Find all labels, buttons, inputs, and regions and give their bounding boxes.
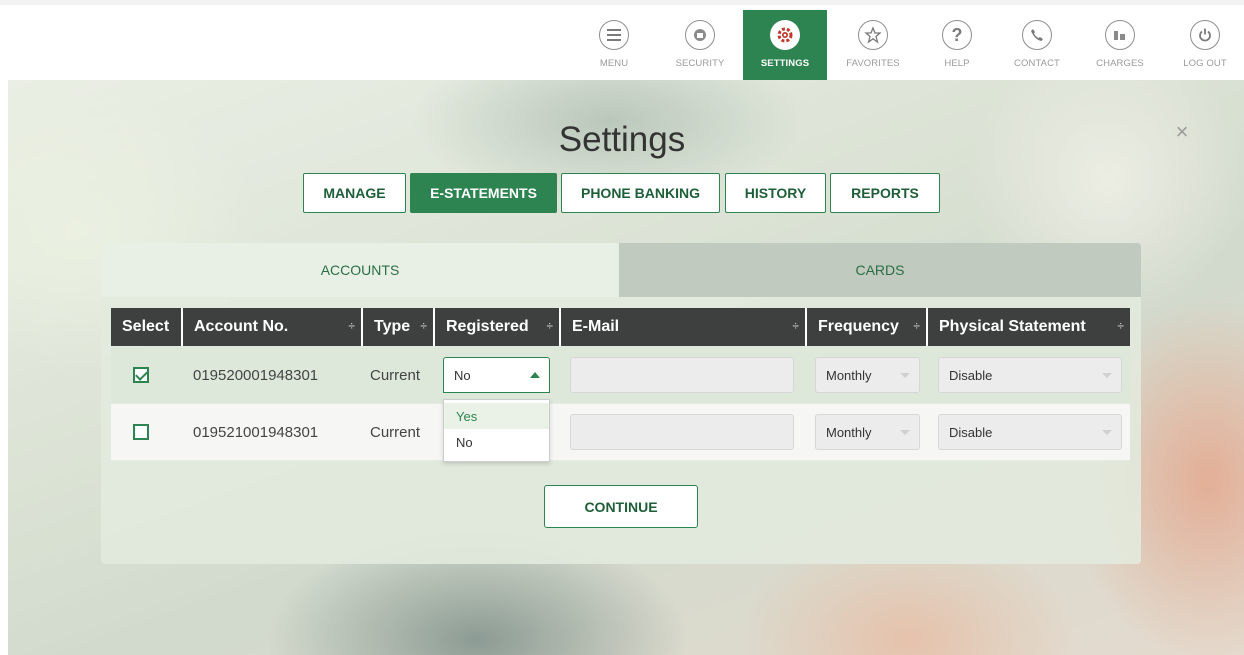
page-title: Settings [558,120,686,159]
nav-settings[interactable]: SETTINGS [743,10,827,80]
security-icon [685,20,715,50]
tab-phone-banking[interactable]: PHONE BANKING [561,173,720,213]
registered-select[interactable]: No [443,357,550,393]
gear-icon [770,20,800,50]
column-header-account-no-label: Account No. [194,318,289,335]
top-navigation: MENU SECURITY SETTINGS FAVORITES ? HELP … [0,0,1244,80]
chevron-down-icon [900,430,910,435]
column-header-type[interactable]: Type ÷ [363,308,435,346]
account-number: 019520001948301 [193,366,319,384]
phone-icon [1022,20,1052,50]
column-header-registered[interactable]: Registered ÷ [435,308,561,346]
frequency-select-value: Monthly [826,367,872,383]
nav-menu[interactable]: MENU [585,10,643,80]
registered-select-value: No [454,367,471,383]
select-cell [133,347,149,403]
nav-charges[interactable]: CHARGES [1091,10,1149,80]
email-field[interactable] [570,414,794,450]
nav-logout[interactable]: LOG OUT [1176,10,1234,80]
sort-icon: ÷ [1117,319,1124,333]
menu-icon [599,20,629,50]
subtab-cards[interactable]: CARDS [619,243,1141,297]
close-icon[interactable]: × [1172,121,1192,143]
frequency-select-value: Monthly [826,424,872,440]
frequency-select[interactable]: Monthly [815,357,920,393]
nav-contact-label: CONTACT [1014,58,1060,69]
email-field[interactable] [570,357,794,393]
column-header-registered-label: Registered [446,318,529,335]
chevron-down-icon [1102,373,1112,378]
account-number: 019521001948301 [193,423,319,441]
column-header-account-no[interactable]: Account No. ÷ [183,308,363,346]
sort-icon: ÷ [913,319,920,333]
power-icon [1190,20,1220,50]
question-icon: ? [942,20,972,50]
sort-icon: ÷ [546,319,553,333]
nav-settings-label: SETTINGS [760,58,810,69]
tab-reports[interactable]: REPORTS [830,173,940,213]
tab-history[interactable]: HISTORY [725,173,826,213]
row-select-checkbox[interactable] [133,367,149,383]
physical-statement-select-value: Disable [949,367,993,383]
nav-charges-label: CHARGES [1096,58,1144,69]
nav-contact[interactable]: CONTACT [1008,10,1066,80]
sort-icon: ÷ [348,319,355,333]
column-header-email[interactable]: E-Mail ÷ [561,308,807,346]
row-select-checkbox[interactable] [133,424,149,440]
nav-menu-label: MENU [599,58,629,69]
table-row: 019520001948301 Current No Monthly Disab… [111,347,1130,404]
physical-statement-select[interactable]: Disable [938,357,1122,393]
nav-logout-label: LOG OUT [1183,58,1227,69]
sort-icon: ÷ [420,319,427,333]
physical-statement-select[interactable]: Disable [938,414,1122,450]
charges-icon [1105,20,1135,50]
star-icon [858,20,888,50]
nav-favorites[interactable]: FAVORITES [844,10,902,80]
frequency-select[interactable]: Monthly [815,414,920,450]
column-header-select[interactable]: Select [111,308,183,346]
column-header-email-label: E-Mail [572,318,620,335]
column-header-type-label: Type [374,318,411,335]
column-header-frequency[interactable]: Frequency ÷ [807,308,928,346]
chevron-down-icon [900,373,910,378]
nav-favorites-label: FAVORITES [846,58,900,69]
column-header-frequency-label: Frequency [818,318,899,335]
subtab-accounts[interactable]: ACCOUNTS [101,243,619,297]
dropdown-option-yes[interactable]: Yes [444,403,549,429]
physical-statement-select-value: Disable [949,424,993,440]
tab-manage[interactable]: MANAGE [303,173,406,213]
nav-security-label: SECURITY [675,58,725,69]
account-type: Current [370,423,421,441]
continue-button[interactable]: CONTINUE [544,485,698,528]
table-header: Select Account No. ÷ Type ÷ Registered ÷… [111,308,1130,346]
tab-e-statements[interactable]: E-STATEMENTS [410,173,557,213]
column-header-physical-statement-label: Physical Statement [939,318,1086,335]
column-header-physical-statement[interactable]: Physical Statement ÷ [928,308,1130,346]
sort-icon: ÷ [792,319,799,333]
account-type: Current [370,366,421,384]
chevron-down-icon [1102,430,1112,435]
column-header-select-label: Select [122,318,170,335]
registered-dropdown-menu: Yes No [443,399,550,462]
dropdown-option-no[interactable]: No [444,429,549,455]
nav-help[interactable]: ? HELP [928,10,986,80]
select-cell [133,404,149,460]
nav-help-label: HELP [944,58,970,69]
table-row: 019521001948301 Current No Monthly Disab… [111,404,1130,461]
nav-security[interactable]: SECURITY [671,10,729,80]
caret-up-icon [530,372,540,378]
